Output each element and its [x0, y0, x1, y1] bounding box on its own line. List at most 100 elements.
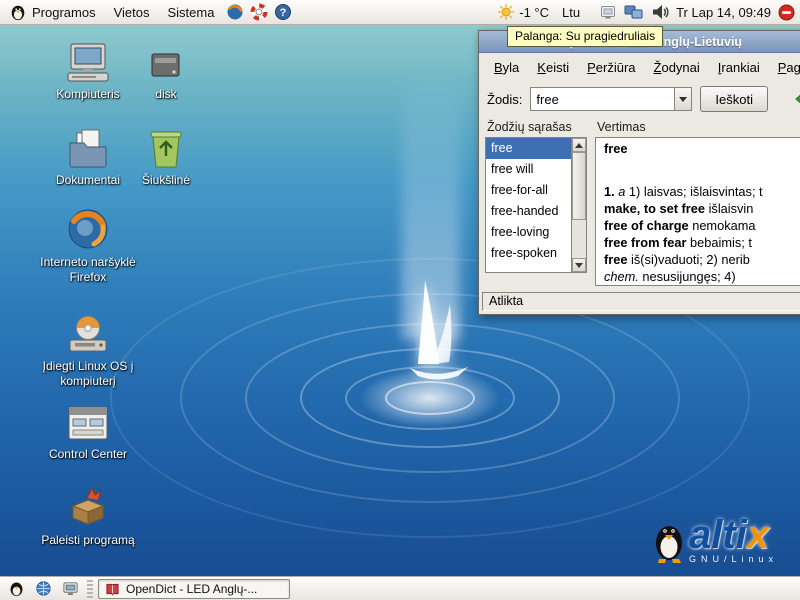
desktop-icon-run-program[interactable]: Paleisti programą: [28, 484, 148, 548]
wordlist-item[interactable]: free-for-all: [486, 180, 571, 201]
menu-keisti[interactable]: Keisti: [528, 56, 578, 79]
translation-line: free iš(si)vaduoti; 2) nerib: [604, 251, 800, 268]
control-center-icon: [65, 404, 111, 444]
menu-label: Sistema: [167, 5, 214, 20]
menu-irankiai[interactable]: Įrankiai: [709, 56, 769, 79]
pane-splitter[interactable]: [587, 119, 595, 286]
translation-label: Vertimas: [597, 120, 800, 134]
menu-pagalba[interactable]: Pagalba: [769, 56, 800, 79]
svg-text:?: ?: [280, 7, 287, 19]
menu-perziura[interactable]: Peržiūra: [578, 56, 644, 79]
baltix-menu-icon: [9, 3, 27, 21]
firefox-icon: [226, 3, 244, 21]
keyboard-layout-indicator[interactable]: Ltu: [558, 5, 584, 20]
wordlist-item[interactable]: free-spoken: [486, 243, 571, 264]
wordlist-label: Žodžių sąrašas: [487, 120, 587, 134]
translation-line: 1. a 1) laisvas; išlaisvintas; t: [604, 183, 800, 200]
menu-programos[interactable]: Programos: [0, 0, 105, 24]
globe-icon: [35, 580, 52, 597]
taskbar-button-opendict[interactable]: OpenDict - LED Anglų-...: [98, 579, 290, 599]
display-applet-icon[interactable]: [599, 3, 617, 21]
desktop-icon-label: disk: [155, 87, 176, 102]
menu-sistema[interactable]: Sistema: [158, 0, 223, 24]
sun-icon: [497, 3, 515, 21]
computer-icon: [64, 42, 112, 84]
wordlist-item[interactable]: free: [486, 138, 571, 159]
wordlist-pane: Žodžių sąrašas free free will free-for-a…: [485, 119, 587, 286]
menu-label: Vietos: [114, 5, 150, 20]
wordlist-item[interactable]: free-loving: [486, 222, 571, 243]
translation-line: free from fear bebaimis; t: [604, 234, 800, 251]
desktop-icon-install-linux[interactable]: Įdiegti Linux OS į kompiuterį: [28, 314, 148, 389]
search-label: Žodis:: [487, 92, 522, 107]
search-button[interactable]: Ieškoti: [700, 86, 768, 112]
translation-line: free of charge nemokama: [604, 217, 800, 234]
network-monitors-icon[interactable]: [624, 3, 644, 21]
search-toolbar: Žodis: Ieškoti: [479, 81, 800, 117]
baltix-icon: [8, 580, 25, 597]
desktop-icon-label: Paleisti programą: [41, 533, 134, 548]
documents-folder-icon: [66, 128, 110, 170]
help-launcher[interactable]: ?: [271, 0, 295, 24]
disk-drive-icon: [146, 46, 186, 84]
firefox-icon: [65, 206, 111, 252]
translation-textarea[interactable]: free 1. a 1) laisvas; išlaisvintas; t ma…: [595, 137, 800, 286]
menu-byla[interactable]: Byla: [485, 56, 528, 79]
back-arrow-icon[interactable]: [795, 90, 800, 108]
window-statusbar: Atlikta: [479, 290, 800, 314]
opendict-window: OpenDict - LED Anglų-Lietuvių Byla Keist…: [478, 30, 800, 315]
word-combo: [530, 87, 692, 111]
taskbar-button-label: OpenDict - LED Anglų-...: [126, 582, 257, 596]
baltix-desktop-logo: altix GNU/Linux: [652, 516, 778, 564]
weather-tooltip: Palanga: Su pragiedruliais: [507, 26, 663, 47]
translation-line: chem. nesusijungęs; 4): [604, 268, 800, 285]
wordlist-item[interactable]: free-handed: [486, 201, 571, 222]
monitor-icon: [62, 580, 79, 597]
weather-applet[interactable]: -1 °C: [495, 3, 551, 21]
wordlist-box: free free will free-for-all free-handed …: [485, 137, 587, 273]
scrollbar-thumb[interactable]: [572, 152, 586, 220]
menu-zodynai[interactable]: Žodynai: [645, 56, 709, 79]
clock-applet[interactable]: Tr Lap 14, 09:49: [676, 5, 771, 20]
wordlist-scrollbar[interactable]: [571, 138, 586, 272]
install-cd-icon: [65, 314, 111, 356]
status-text: Atlikta: [482, 292, 800, 311]
translation-pane: Vertimas free 1. a 1) laisvas; išlaisvin…: [595, 119, 800, 286]
chevron-down-icon: [679, 97, 687, 106]
search-input[interactable]: [531, 88, 674, 110]
baltix-panel-button[interactable]: [4, 577, 28, 600]
headword: free: [604, 141, 800, 157]
lifesaver-icon: [250, 3, 268, 21]
red-notification-icon[interactable]: [778, 4, 795, 21]
combo-dropdown-button[interactable]: [674, 88, 691, 110]
screenshot-panel-button[interactable]: [58, 577, 82, 600]
scroll-up-icon[interactable]: [572, 138, 586, 152]
desktop-icon-control-center[interactable]: Control Center: [28, 404, 148, 462]
scroll-down-icon[interactable]: [572, 258, 586, 272]
bottom-panel: OpenDict - LED Anglų-...: [0, 576, 800, 600]
top-panel: Programos Vietos Sistema ?: [0, 0, 800, 25]
light-beam: [402, 70, 460, 340]
wordlist-item[interactable]: free will: [486, 159, 571, 180]
help-icon: ?: [274, 3, 292, 21]
baltix-wordmark: altix: [689, 517, 778, 553]
desktop-icon-disk[interactable]: disk: [106, 46, 226, 102]
penguin-icon: [652, 516, 686, 564]
dictionary-book-icon: [105, 582, 120, 596]
globe-panel-button[interactable]: [31, 577, 55, 600]
desktop-icon-firefox[interactable]: Interneto naršyklė Firefox: [28, 206, 148, 285]
recycle-bin-icon: [145, 126, 187, 170]
lifesaver-launcher[interactable]: [247, 0, 271, 24]
desktop-icon-trash[interactable]: Šiukšlinė: [106, 126, 226, 188]
weather-temp: -1 °C: [519, 5, 549, 20]
baltix-tagline: GNU/Linux: [689, 554, 778, 564]
firefox-launcher[interactable]: [223, 0, 247, 24]
window-menubar: Byla Keisti Peržiūra Žodynai Įrankiai Pa…: [479, 53, 800, 81]
menu-vietos[interactable]: Vietos: [105, 0, 159, 24]
run-program-icon: [65, 484, 111, 530]
desktop-icon-label: Šiukšlinė: [142, 173, 190, 188]
desktop-icon-label: Interneto naršyklė Firefox: [28, 255, 148, 285]
volume-icon[interactable]: [651, 3, 669, 21]
sailboat-illustration: [392, 272, 482, 387]
panel-handle[interactable]: [87, 580, 93, 598]
